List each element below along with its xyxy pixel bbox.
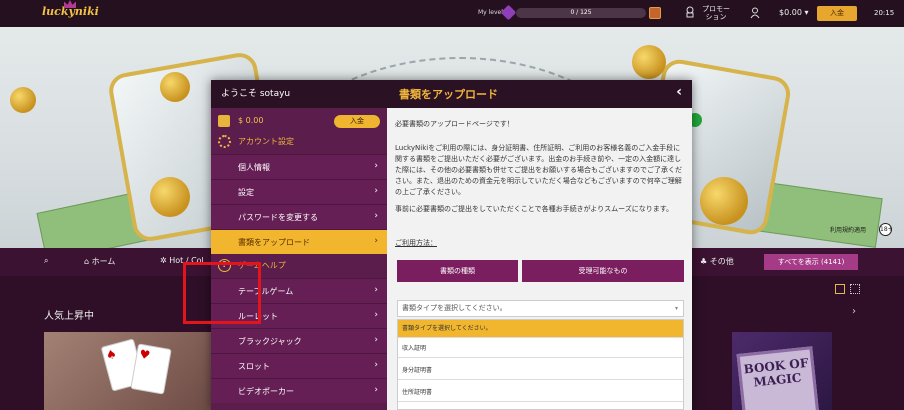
chevron-right-icon: › [374, 161, 378, 171]
gift-icon[interactable] [685, 6, 695, 18]
chevron-right-icon: › [374, 335, 378, 345]
dropdown-option-id-document[interactable]: 身分証明書 [398, 362, 683, 380]
chevron-right-icon: › [374, 310, 378, 320]
coin-illustration [160, 72, 190, 102]
clubs-icon: ♣ [700, 257, 708, 266]
level-badge-icon[interactable] [649, 7, 661, 19]
coin-illustration [700, 177, 748, 225]
site-logo[interactable]: luckyniki [42, 0, 99, 18]
panel-header: 書類をアップロード ‹ [387, 80, 692, 108]
book-of-magic-art: BOOK OF MAGIC [736, 346, 820, 410]
promotions-link[interactable]: プロモーション [699, 5, 733, 21]
dropdown-option-address-proof[interactable]: 住所証明書 [398, 384, 683, 402]
sidebar-item-blackjack[interactable]: ブラックジャック › [211, 328, 387, 353]
chevron-down-icon: ▾ [674, 305, 678, 312]
grid-view-icon[interactable] [835, 284, 845, 294]
usage-link[interactable]: ご利用方法： [395, 238, 437, 248]
chevron-right-icon: › [374, 360, 378, 370]
sidebar-item-video-poker[interactable]: ビデオポーカー › [211, 378, 387, 403]
nav-item-other[interactable]: ♣ その他 [700, 256, 734, 267]
tab-accepted-documents[interactable]: 受理可能なもの [522, 260, 684, 282]
wallet-amount: $ 0.00 [238, 116, 264, 125]
gear-icon: ✲ [160, 256, 167, 265]
coin-illustration [632, 45, 666, 79]
chevron-right-icon: › [374, 186, 378, 196]
sidebar-item-change-password[interactable]: パスワードを変更する › [211, 204, 387, 229]
red-highlight-annotation [183, 262, 261, 324]
document-type-select[interactable]: 書類タイプを選択してください。 ▾ [397, 300, 684, 317]
back-chevron-icon[interactable]: ‹ [676, 84, 682, 100]
document-type-dropdown: 書類タイプを選択してください。 収入証明 身分証明書 住所証明書 [397, 319, 684, 410]
game-card[interactable]: ♠ ♥ [44, 332, 212, 410]
account-sidebar: ようこそ sotayu $ 0.00 入金 アカウント設定 個人情報 › 設定 › … [211, 80, 387, 410]
chevron-right-icon[interactable]: › [852, 306, 856, 317]
sidebar-item-settings[interactable]: 設定 › [211, 179, 387, 204]
nav-item-home[interactable]: ⌂ ホーム [84, 256, 115, 267]
game-card[interactable]: BOOK OF MAGIC [732, 332, 832, 410]
clock: 20:15 [874, 9, 895, 17]
chevron-right-icon: › [374, 285, 378, 295]
show-all-button[interactable]: すべてを表示 (4141) [764, 254, 858, 270]
dropdown-option-income-proof[interactable]: 収入証明 [398, 340, 683, 358]
coin-illustration [150, 177, 190, 217]
sidebar-item-upload-documents[interactable]: 書類をアップロード › [211, 229, 387, 254]
account-settings-heading[interactable]: アカウント設定 [211, 132, 387, 152]
top-bar: luckyniki My level 0 / 125 プロモーション $0.00… [0, 0, 904, 27]
wallet-icon [218, 115, 230, 127]
home-icon: ⌂ [84, 257, 90, 266]
dropdown-option-placeholder[interactable]: 書類タイプを選択してください。 [398, 320, 683, 338]
welcome-header: ようこそ sotayu [211, 80, 387, 108]
gear-icon [218, 135, 231, 148]
intro-text: 必要書類のアップロードページです！ [395, 120, 514, 128]
balance-dropdown[interactable]: $0.00 ▾ [779, 8, 808, 17]
sidebar-item-personal-info[interactable]: 個人情報 › [211, 154, 387, 179]
header-deposit-button[interactable]: 入金 [817, 6, 857, 21]
sidebar-deposit-button[interactable]: 入金 [334, 115, 380, 128]
chevron-right-icon: › [374, 385, 378, 395]
playing-card-icon: ♥ [130, 343, 172, 395]
level-progress-text: 0 / 125 [570, 9, 592, 16]
body-text: LuckyNikiをご利用の際には、身分証明書、住所証明、ご利用のお客様名義のご… [395, 144, 682, 196]
account-modal: ようこそ sotayu $ 0.00 入金 アカウント設定 個人情報 › 設定 › … [211, 80, 692, 410]
user-icon[interactable] [750, 7, 760, 19]
level-label: My level [478, 9, 503, 16]
page-title: 書類をアップロード [399, 88, 498, 101]
coin-illustration [10, 87, 36, 113]
gem-icon [500, 4, 517, 21]
tab-document-types[interactable]: 書類の種類 [397, 260, 518, 282]
section-title: 人気上昇中 [44, 311, 94, 322]
chevron-right-icon: › [374, 211, 378, 221]
terms-apply-text: 利用規約適用 [830, 227, 867, 234]
upload-documents-panel: 書類をアップロード ‹ 必要書類のアップロードページです！ LuckyNikiを… [387, 80, 692, 410]
compact-grid-icon[interactable] [850, 284, 860, 294]
age-restriction-badge: 18+ [879, 223, 893, 236]
sidebar-item-slots[interactable]: スロット › [211, 353, 387, 378]
note-text: 事前に必要書類のご提出をしていただくことで各種お手続きがよりスムーズになります。 [395, 205, 674, 213]
search-icon[interactable]: ⌕ [44, 256, 48, 266]
chevron-right-icon: › [374, 236, 378, 246]
level-progress-bar: 0 / 125 [516, 8, 646, 18]
chevron-down-icon: ▾ [804, 8, 809, 17]
crown-icon [64, 0, 76, 8]
wallet-row: $ 0.00 入金 [211, 114, 387, 130]
